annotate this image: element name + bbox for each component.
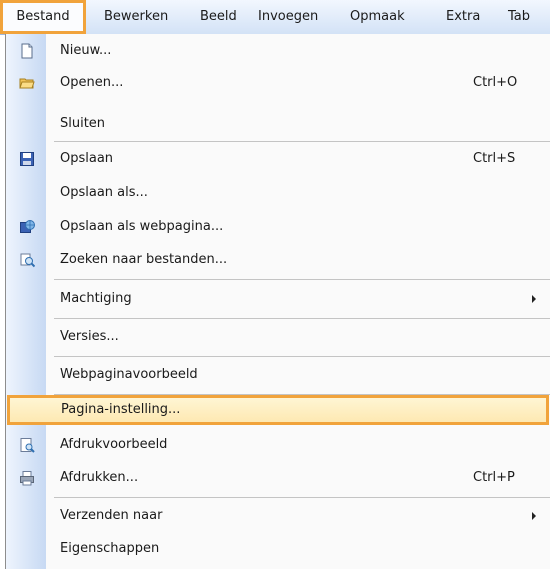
menu-item-label: Opslaan als webpagina...	[60, 219, 224, 234]
menu-item-label: Opslaan	[60, 151, 114, 166]
menu-item-pagina-instelling[interactable]: Pagina-instelling...	[7, 395, 549, 425]
menu-item-eigenschappen[interactable]: Eigenschappen	[6, 534, 550, 564]
menu-item-label: Webpaginavoorbeeld	[60, 367, 198, 382]
menu-separator	[54, 356, 550, 357]
menu-item-label: Afdrukken...	[60, 470, 139, 485]
new-document-icon	[19, 43, 35, 59]
menu-item-webpaginavoorbeeld[interactable]: Webpaginavoorbeeld	[6, 360, 550, 390]
save-disk-icon	[19, 151, 35, 167]
menu-item-label: Pagina-instelling...	[61, 402, 181, 417]
menu-item-label: Versies...	[60, 329, 119, 344]
menu-item-versies[interactable]: Versies...	[6, 322, 550, 352]
printer-icon	[19, 470, 35, 486]
menu-item-label: Opslaan als...	[60, 185, 148, 200]
menu-bar: Bestand Bewerken Beeld Invoegen Opmaak E…	[0, 0, 550, 35]
menu-bestand-label: Bestand	[16, 9, 70, 24]
menu-item-afdrukvoorbeeld[interactable]: Afdrukvoorbeeld	[6, 430, 550, 460]
menu-beeld-label: Beeld	[200, 9, 237, 24]
menu-separator	[54, 318, 550, 319]
menu-item-shortcut: Ctrl+O	[473, 75, 518, 90]
bestand-dropdown-menu: Nieuw... Openen... Ctrl+O Sluiten Opslaa…	[5, 34, 550, 569]
menu-opmaak-label: Opmaak	[350, 9, 405, 24]
menu-item-shortcut: Ctrl+S	[473, 151, 516, 166]
menu-extra[interactable]: Extra	[446, 0, 480, 34]
menu-item-verzenden-naar[interactable]: Verzenden naar	[6, 501, 550, 531]
menu-item-opslaan-als-webpagina[interactable]: Opslaan als webpagina...	[6, 212, 550, 242]
menu-item-label: Nieuw...	[60, 43, 112, 58]
menu-item-sluiten[interactable]: Sluiten	[6, 109, 550, 139]
menu-bewerken-label: Bewerken	[104, 9, 169, 24]
menu-invoegen-label: Invoegen	[258, 9, 319, 24]
submenu-arrow-icon	[532, 295, 536, 303]
open-folder-icon	[19, 75, 35, 91]
menu-item-label: Eigenschappen	[60, 541, 160, 556]
save-web-icon	[19, 219, 35, 235]
menu-separator	[54, 279, 550, 280]
print-preview-icon	[19, 437, 35, 453]
menu-item-machtiging[interactable]: Machtiging	[6, 284, 550, 314]
menu-separator	[54, 141, 550, 142]
menu-item-shortcut: Ctrl+P	[473, 470, 515, 485]
menu-item-opslaan-als[interactable]: Opslaan als...	[6, 178, 550, 208]
menu-item-label: Openen...	[60, 75, 124, 90]
menu-item-zoeken-naar-bestanden[interactable]: Zoeken naar bestanden...	[6, 245, 550, 275]
menu-beeld[interactable]: Beeld	[200, 0, 237, 34]
menu-tabel-label: Tab	[508, 9, 531, 24]
menu-extra-label: Extra	[446, 9, 481, 24]
menu-item-label: Afdrukvoorbeeld	[60, 437, 168, 452]
menu-bewerken[interactable]: Bewerken	[104, 0, 168, 34]
menu-item-openen[interactable]: Openen... Ctrl+O	[6, 68, 550, 98]
menu-item-opslaan[interactable]: Opslaan Ctrl+S	[6, 144, 550, 174]
menu-item-label: Sluiten	[60, 116, 106, 131]
menu-invoegen[interactable]: Invoegen	[258, 0, 318, 34]
menu-tabel[interactable]: Tab	[508, 0, 530, 34]
search-files-icon	[19, 252, 36, 268]
menu-separator	[54, 497, 550, 498]
menu-item-afdrukken[interactable]: Afdrukken... Ctrl+P	[6, 463, 550, 493]
menu-item-label: Zoeken naar bestanden...	[60, 252, 228, 267]
submenu-arrow-icon	[532, 512, 536, 520]
menu-item-nieuw[interactable]: Nieuw...	[6, 36, 550, 66]
menu-item-label: Verzenden naar	[60, 508, 163, 523]
menu-item-label: Machtiging	[60, 291, 132, 306]
menu-opmaak[interactable]: Opmaak	[350, 0, 405, 34]
menu-bestand[interactable]: Bestand	[0, 0, 86, 34]
